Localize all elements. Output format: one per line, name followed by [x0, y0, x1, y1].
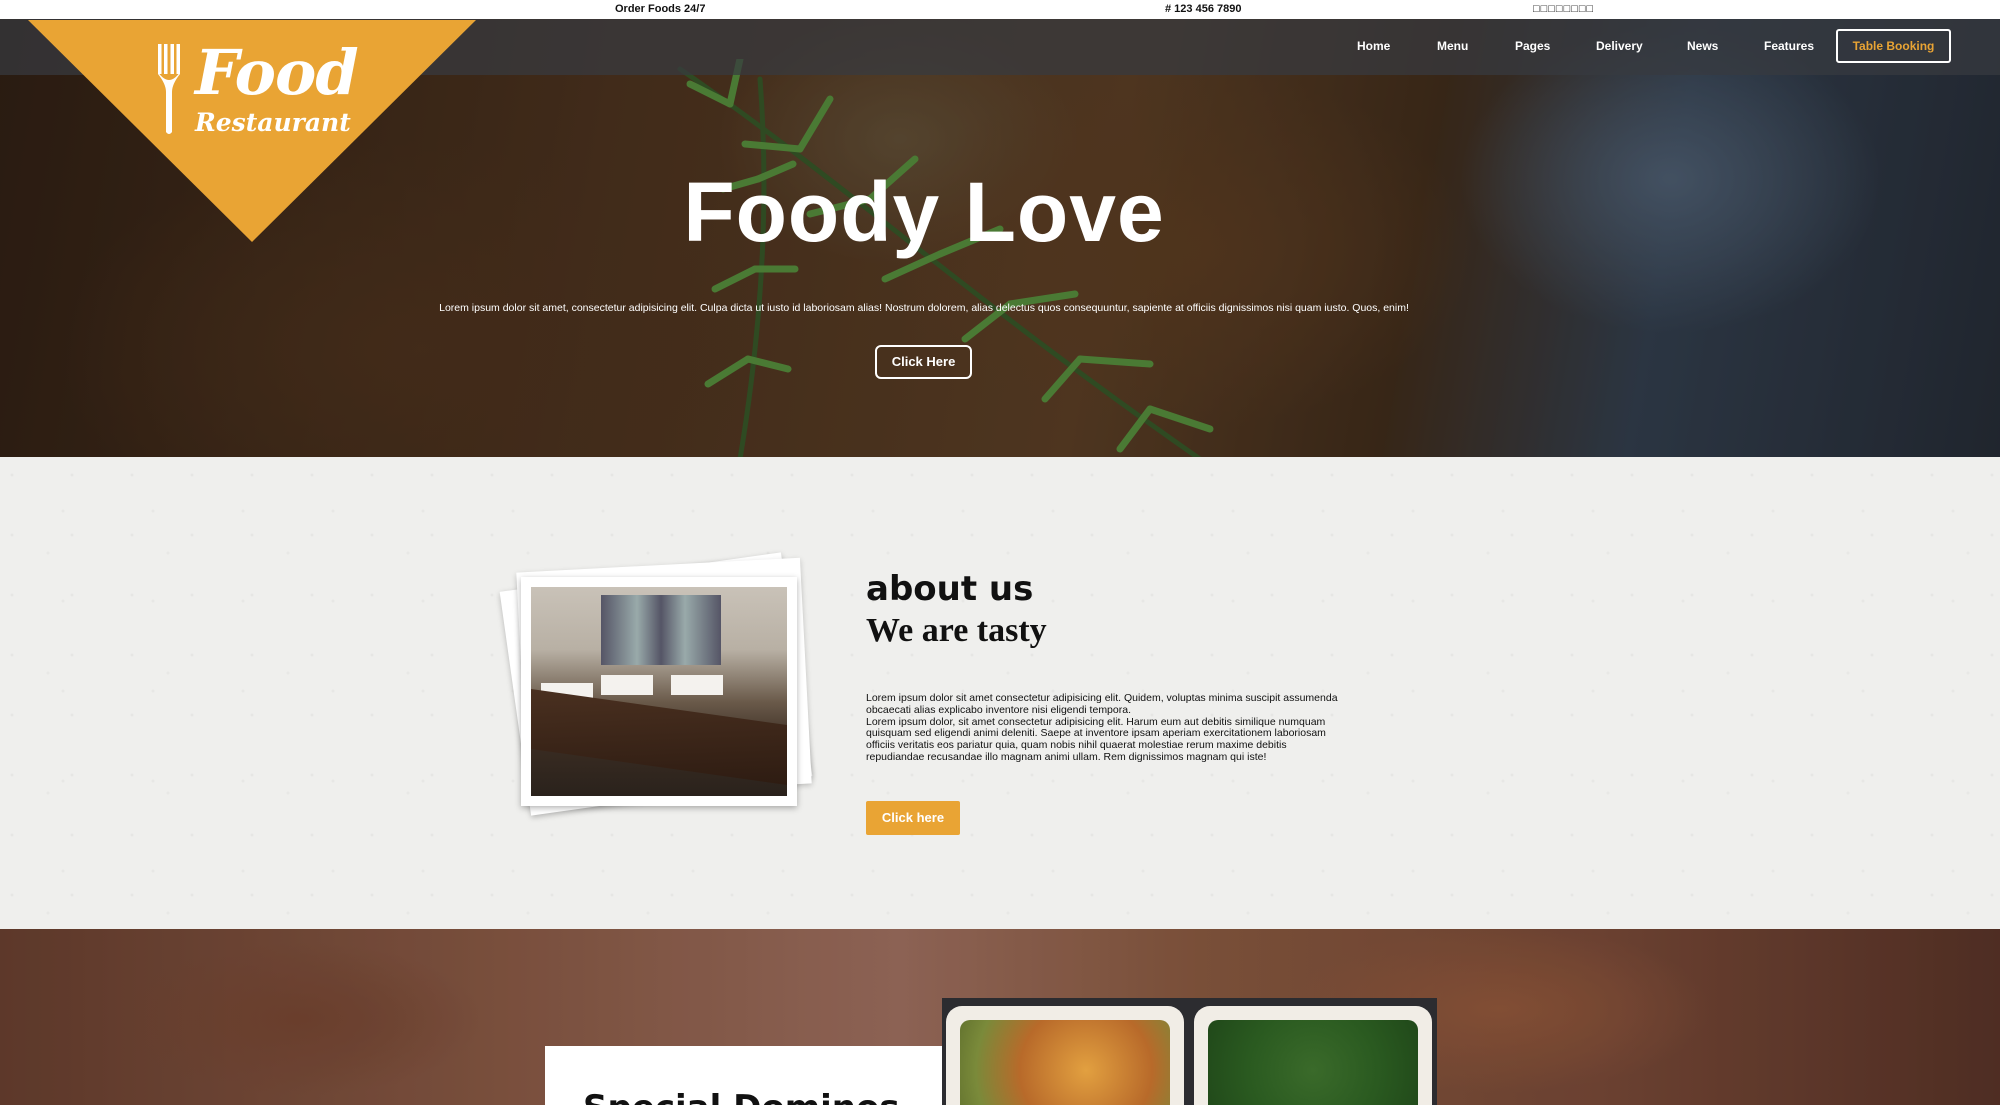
nav-features[interactable]: Features: [1764, 39, 1814, 53]
restaurant-logo[interactable]: Food Restaurant: [28, 20, 476, 242]
logo-text-food: Food: [195, 36, 359, 109]
about-section: about us We are tasty Lorem ipsum dolor …: [0, 457, 2000, 929]
food-box-content: [1208, 1020, 1418, 1105]
phone-number[interactable]: # 123 456 7890: [1165, 3, 1241, 15]
photo-window: [601, 595, 721, 665]
hero-description: Lorem ipsum dolor sit amet, consectetur …: [439, 302, 1409, 314]
about-heading: about us: [866, 569, 1034, 609]
about-text-line: obcaecati alias explicabo inventore nisi…: [866, 703, 1131, 716]
photo-frame-front: [521, 577, 797, 806]
nav-home[interactable]: Home: [1357, 39, 1390, 53]
social-icons[interactable]: □□□□□□□□: [1533, 3, 1594, 15]
about-paragraph: Lorem ipsum dolor sit amet consectetur a…: [866, 692, 1338, 764]
photo-tablecloth: [601, 675, 653, 695]
fork-icon: [158, 44, 180, 134]
nav-news[interactable]: News: [1687, 39, 1718, 53]
food-box: [1194, 1006, 1432, 1105]
about-text-line: repudiandae recusandae illo magnam animi…: [866, 750, 1267, 763]
top-info-bar: Order Foods 24/7 # 123 456 7890 □□□□□□□□: [0, 0, 2000, 19]
logo-text-restaurant: Restaurant: [195, 108, 351, 137]
special-title: Special Dominos: [583, 1088, 900, 1105]
restaurant-interior-image: [531, 587, 787, 796]
about-subheading: We are tasty: [866, 612, 1047, 649]
food-box: [946, 1006, 1184, 1105]
nav-delivery[interactable]: Delivery: [1596, 39, 1643, 53]
nav-pages[interactable]: Pages: [1515, 39, 1550, 53]
nav-menu[interactable]: Menu: [1437, 39, 1468, 53]
table-booking-button[interactable]: Table Booking: [1836, 29, 1951, 63]
restaurant-photo-stack: [499, 552, 830, 827]
hero-click-button[interactable]: Click Here: [875, 345, 972, 379]
photo-tablecloth: [671, 675, 723, 695]
hero-section: Home Menu Pages Delivery News Features T…: [0, 19, 2000, 457]
food-box-content: [960, 1020, 1170, 1105]
order-info: Order Foods 24/7: [615, 3, 706, 15]
food-boxes-image: [942, 998, 1437, 1105]
photo-table: [531, 689, 787, 785]
special-section: Special Dominos: [0, 929, 2000, 1105]
about-click-button[interactable]: Click here: [866, 801, 960, 835]
